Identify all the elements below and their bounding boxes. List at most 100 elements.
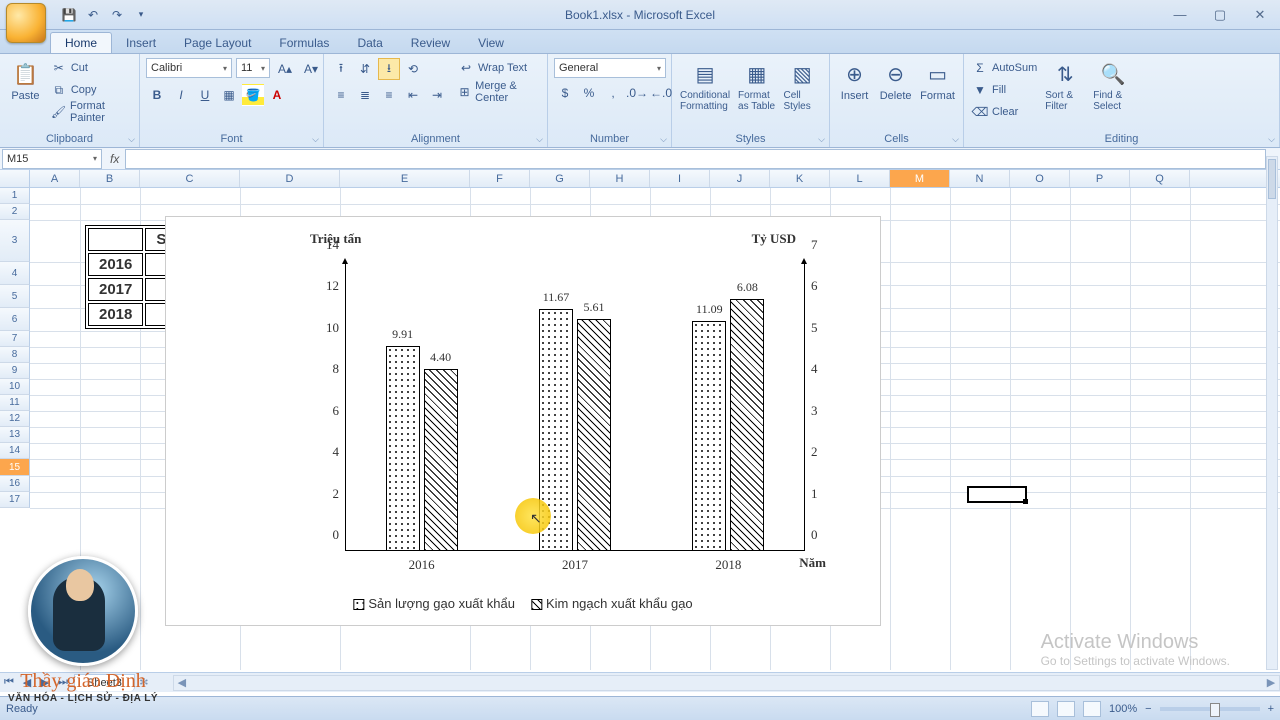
row-header-15[interactable]: 15 xyxy=(0,459,30,476)
inc-decimal-button[interactable]: .0→ xyxy=(626,82,648,104)
percent-button[interactable]: % xyxy=(578,82,600,104)
save-icon[interactable]: 💾 xyxy=(60,6,78,24)
format-table-button[interactable]: ▦Format as Table xyxy=(736,58,777,114)
col-header-H[interactable]: H xyxy=(590,170,650,187)
row-header-3[interactable]: 3 xyxy=(0,220,30,262)
wrap-text-button[interactable]: ↩Wrap Text xyxy=(456,58,541,78)
redo-icon[interactable]: ↷ xyxy=(108,6,126,24)
autosum-button[interactable]: ΣAutoSum xyxy=(970,58,1039,78)
close-button[interactable]: ✕ xyxy=(1240,5,1280,25)
view-normal-button[interactable] xyxy=(1031,701,1049,717)
tab-data[interactable]: Data xyxy=(343,33,396,53)
view-layout-button[interactable] xyxy=(1057,701,1075,717)
qat-dropdown-icon[interactable]: ▾ xyxy=(132,6,150,24)
zoom-in-button[interactable]: + xyxy=(1268,703,1274,715)
italic-button[interactable]: I xyxy=(170,84,192,106)
tab-home[interactable]: Home xyxy=(50,32,112,53)
row-header-14[interactable]: 14 xyxy=(0,443,30,459)
align-bottom-button[interactable]: ⭳ xyxy=(378,58,400,80)
fx-icon[interactable]: fx xyxy=(104,152,125,166)
vertical-scrollbar[interactable] xyxy=(1266,156,1278,670)
col-header-B[interactable]: B xyxy=(80,170,140,187)
col-header-K[interactable]: K xyxy=(770,170,830,187)
view-break-button[interactable] xyxy=(1083,701,1101,717)
fill-color-button[interactable]: 🪣 xyxy=(242,84,264,106)
name-box[interactable]: M15▾ xyxy=(2,149,102,169)
format-painter-button[interactable]: 🖌Format Painter xyxy=(49,102,133,122)
zoom-out-button[interactable]: − xyxy=(1145,703,1151,715)
align-center-button[interactable]: ≣ xyxy=(354,84,376,106)
chart-object[interactable]: Triệu tấn Tỷ USD 02468101214012345672016… xyxy=(165,216,881,626)
indent-inc-button[interactable]: ⇥ xyxy=(426,84,448,106)
merge-center-button[interactable]: ⊞Merge & Center xyxy=(456,82,541,102)
row-header-11[interactable]: 11 xyxy=(0,395,30,411)
col-header-P[interactable]: P xyxy=(1070,170,1130,187)
row-header-8[interactable]: 8 xyxy=(0,347,30,363)
grow-font-button[interactable]: A▴ xyxy=(274,58,296,80)
row-header-4[interactable]: 4 xyxy=(0,262,30,285)
font-size-combo[interactable]: 11▾ xyxy=(236,58,270,78)
col-header-N[interactable]: N xyxy=(950,170,1010,187)
row-header-17[interactable]: 17 xyxy=(0,492,30,508)
tab-review[interactable]: Review xyxy=(397,33,464,53)
col-header-Q[interactable]: Q xyxy=(1130,170,1190,187)
row-header-16[interactable]: 16 xyxy=(0,476,30,492)
horizontal-scrollbar[interactable]: ◀▶ xyxy=(173,675,1280,691)
select-all-corner[interactable] xyxy=(0,170,30,187)
paste-button[interactable]: 📋 Paste xyxy=(6,58,45,104)
cut-button[interactable]: ✂Cut xyxy=(49,58,133,78)
font-name-combo[interactable]: Calibri▾ xyxy=(146,58,232,78)
currency-button[interactable]: $ xyxy=(554,82,576,104)
col-header-A[interactable]: A xyxy=(30,170,80,187)
align-right-button[interactable]: ≡ xyxy=(378,84,400,106)
formula-input[interactable] xyxy=(125,149,1266,169)
comma-button[interactable]: , xyxy=(602,82,624,104)
sort-filter-button[interactable]: ⇅Sort & Filter xyxy=(1043,58,1087,114)
format-cells-button[interactable]: ▭Format xyxy=(918,58,957,104)
row-header-9[interactable]: 9 xyxy=(0,363,30,379)
orientation-button[interactable]: ⟲ xyxy=(402,58,424,80)
indent-dec-button[interactable]: ⇤ xyxy=(402,84,424,106)
active-cell[interactable] xyxy=(967,486,1027,503)
shrink-font-button[interactable]: A▾ xyxy=(300,58,322,80)
tab-insert[interactable]: Insert xyxy=(112,33,170,53)
dec-decimal-button[interactable]: ←.0 xyxy=(650,82,672,104)
col-header-G[interactable]: G xyxy=(530,170,590,187)
delete-cells-button[interactable]: ⊖Delete xyxy=(877,58,914,104)
col-header-I[interactable]: I xyxy=(650,170,710,187)
col-header-D[interactable]: D xyxy=(240,170,340,187)
col-header-C[interactable]: C xyxy=(140,170,240,187)
align-middle-button[interactable]: ⇵ xyxy=(354,58,376,80)
undo-icon[interactable]: ↶ xyxy=(84,6,102,24)
col-header-M[interactable]: M xyxy=(890,170,950,187)
fill-button[interactable]: ▼Fill xyxy=(970,80,1039,100)
row-header-12[interactable]: 12 xyxy=(0,411,30,427)
find-select-button[interactable]: 🔍Find & Select xyxy=(1091,58,1135,114)
office-button[interactable] xyxy=(6,3,46,43)
tab-page-layout[interactable]: Page Layout xyxy=(170,33,265,53)
row-header-7[interactable]: 7 xyxy=(0,331,30,347)
border-button[interactable]: ▦ xyxy=(218,84,240,106)
row-header-10[interactable]: 10 xyxy=(0,379,30,395)
font-color-button[interactable]: A xyxy=(266,84,288,106)
row-header-5[interactable]: 5 xyxy=(0,285,30,308)
col-header-O[interactable]: O xyxy=(1010,170,1070,187)
tab-formulas[interactable]: Formulas xyxy=(265,33,343,53)
row-header-1[interactable]: 1 xyxy=(0,188,30,204)
col-header-F[interactable]: F xyxy=(470,170,530,187)
maximize-button[interactable]: ▢ xyxy=(1200,5,1240,25)
col-header-J[interactable]: J xyxy=(710,170,770,187)
zoom-slider[interactable] xyxy=(1160,707,1260,711)
row-header-2[interactable]: 2 xyxy=(0,204,30,220)
col-header-E[interactable]: E xyxy=(340,170,470,187)
cell-styles-button[interactable]: ▧Cell Styles xyxy=(782,58,823,114)
col-header-L[interactable]: L xyxy=(830,170,890,187)
row-header-6[interactable]: 6 xyxy=(0,308,30,331)
align-top-button[interactable]: ⭱ xyxy=(330,58,352,80)
tab-view[interactable]: View xyxy=(464,33,518,53)
align-left-button[interactable]: ≡ xyxy=(330,84,352,106)
row-header-13[interactable]: 13 xyxy=(0,427,30,443)
underline-button[interactable]: U xyxy=(194,84,216,106)
clear-button[interactable]: ⌫Clear xyxy=(970,102,1039,122)
copy-button[interactable]: ⧉Copy xyxy=(49,80,133,100)
